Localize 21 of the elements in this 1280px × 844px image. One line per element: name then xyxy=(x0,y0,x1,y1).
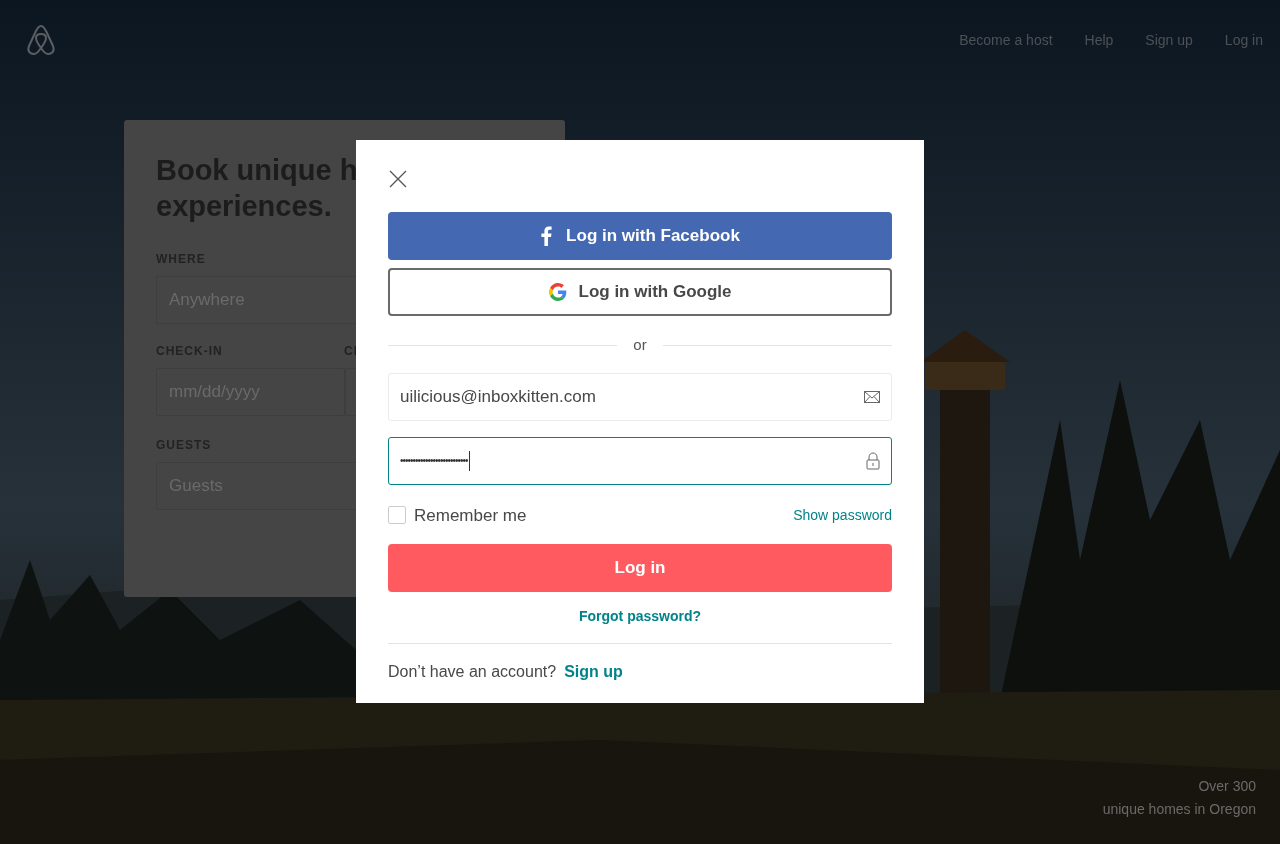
facebook-icon xyxy=(540,226,553,246)
login-button[interactable]: Log in xyxy=(388,544,892,592)
show-password-link[interactable]: Show password xyxy=(793,504,892,526)
mail-icon xyxy=(864,390,880,403)
caption-text: unique homes in Oregon xyxy=(1102,800,1256,819)
close-button[interactable] xyxy=(389,170,407,188)
signup-link[interactable]: Sign up xyxy=(564,660,623,684)
checkbox-label[interactable]: Remember me xyxy=(414,502,527,528)
divider-text: or xyxy=(633,335,647,355)
email-field[interactable]: uilicious@inboxkitten.com xyxy=(388,372,892,421)
forgot-password-link[interactable]: Forgot password? xyxy=(578,606,702,627)
facebook-login-button[interactable]: Log in with Facebook xyxy=(388,212,892,260)
lock-icon xyxy=(866,451,880,470)
caption-text: Over 300 xyxy=(1198,777,1256,796)
google-icon xyxy=(548,283,567,301)
password-field[interactable]: ••••••••••••••••••••••••••• xyxy=(388,436,892,485)
google-login-button[interactable]: Log in with Google xyxy=(388,268,892,316)
signup-prompt: Don’t have an account? xyxy=(388,662,557,682)
logo-icon[interactable] xyxy=(26,24,56,56)
checkbox[interactable] xyxy=(388,506,406,525)
close-icon xyxy=(389,170,407,188)
